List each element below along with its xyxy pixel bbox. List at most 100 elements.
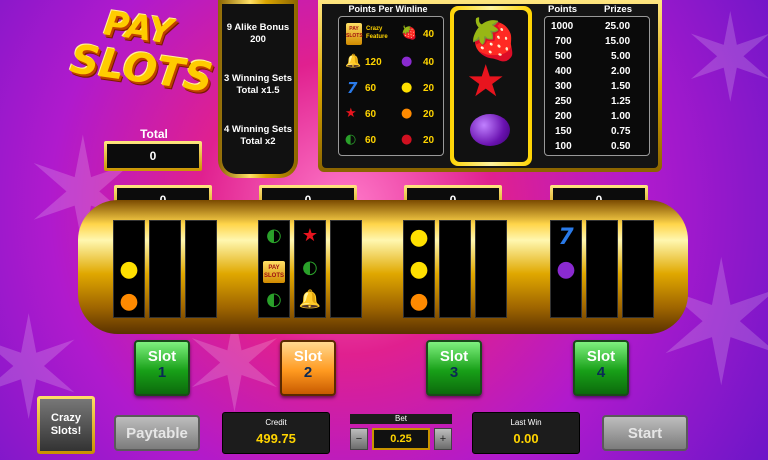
slot-1-button[interactable]: Slot 1 bbox=[134, 340, 190, 396]
lemon-icon: ● bbox=[119, 257, 139, 282]
reel-column bbox=[475, 220, 507, 318]
start-button[interactable]: Start bbox=[602, 415, 688, 451]
star-icon: ★ bbox=[466, 56, 506, 107]
bonus-rule-text: 4 Winning Sets Total x2 bbox=[224, 124, 293, 148]
crazy-slots-label: Crazy Slots! bbox=[40, 399, 92, 451]
bet-control: Bet − 0.25 + bbox=[350, 414, 452, 454]
reel-column: 7 ● bbox=[550, 220, 582, 318]
points-per-winline-table: PAY SLOTS Crazy Feature 🍓 40 🔔 120 ● 40 … bbox=[338, 16, 444, 156]
watermelon-icon: ◐ bbox=[266, 225, 282, 246]
reel-column bbox=[149, 220, 181, 318]
plum-icon: ● bbox=[556, 257, 576, 282]
star-icon: ★ bbox=[301, 225, 319, 246]
strawberry-icon: 🍓 bbox=[401, 26, 418, 41]
total-display: 0 bbox=[104, 141, 202, 171]
points-cell: 250 bbox=[555, 96, 572, 107]
points-column-header: Points bbox=[548, 4, 578, 15]
slot-4-button[interactable]: Slot 4 bbox=[573, 340, 629, 396]
points-cell: 500 bbox=[555, 51, 572, 62]
points-cell: 700 bbox=[555, 36, 572, 47]
bonus-rules-panel: 9 Alike Bonus 200 3 Winning Sets Total x… bbox=[218, 0, 298, 178]
paytable-button[interactable]: Paytable bbox=[114, 415, 200, 451]
orange-icon: ● bbox=[401, 106, 413, 121]
orange-icon: ● bbox=[119, 289, 139, 314]
points-value: 40 bbox=[423, 57, 435, 68]
prize-cell: 5.00 bbox=[611, 51, 631, 62]
points-cell: 1000 bbox=[551, 21, 574, 32]
watermelon-icon: ◐ bbox=[266, 289, 282, 310]
points-per-winline-title: Points Per Winline bbox=[348, 4, 428, 14]
watermelon-icon: ◐ bbox=[302, 257, 318, 278]
reel-column bbox=[622, 220, 654, 318]
slot-2-button[interactable]: Slot 2 bbox=[280, 340, 336, 396]
credit-label: Credit bbox=[265, 418, 287, 427]
prize-cell: 2.00 bbox=[611, 66, 631, 77]
bell-icon: 🔔 bbox=[345, 54, 362, 69]
points-value: 40 bbox=[423, 29, 435, 40]
lemon-icon: ● bbox=[409, 225, 429, 250]
points-value: 120 bbox=[365, 57, 382, 68]
bet-decrease-button[interactable]: − bbox=[350, 428, 368, 450]
bonus-rule-text: 9 Alike Bonus 200 bbox=[226, 21, 290, 45]
plus-icon: + bbox=[439, 433, 447, 445]
credit-display: Credit 499.75 bbox=[222, 412, 330, 454]
bet-value: 0.25 bbox=[372, 428, 430, 450]
prize-cell: 0.50 bbox=[611, 141, 631, 152]
reel-set-2: ◐ PAY SLOTS ◐ ★ ◐ 🔔 bbox=[258, 220, 362, 318]
reel-column bbox=[330, 220, 362, 318]
reel-column: ● ● ● bbox=[403, 220, 435, 318]
lemon-icon: ● bbox=[401, 80, 413, 95]
points-value: 60 bbox=[365, 83, 377, 94]
points-value: 20 bbox=[423, 83, 435, 94]
points-value: 20 bbox=[423, 135, 435, 146]
reel-column: ● ● bbox=[113, 220, 145, 318]
plum-icon: ● bbox=[401, 54, 413, 69]
watermelon-icon: ◐ bbox=[345, 132, 357, 147]
prize-cell: 15.00 bbox=[605, 36, 631, 47]
points-cell: 200 bbox=[555, 111, 572, 122]
seven-icon: 7 bbox=[558, 225, 574, 250]
crazy-feature-label: Crazy Feature bbox=[366, 26, 388, 40]
prize-cell: 1.25 bbox=[611, 96, 631, 107]
paytable-panel: Points Per Winline PAY SLOTS Crazy Featu… bbox=[318, 0, 662, 172]
prizes-table: 1000 25.00 700 15.00 500 5.00 400 2.00 3… bbox=[544, 16, 650, 156]
reel-set-1: ● ● bbox=[113, 220, 217, 318]
star-icon: ★ bbox=[345, 106, 357, 121]
last-win-display: Last Win 0.00 bbox=[472, 412, 580, 454]
bet-label: Bet bbox=[350, 414, 452, 424]
points-cell: 300 bbox=[555, 81, 572, 92]
reel-set-4: 7 ● bbox=[550, 220, 654, 318]
prizes-column-header: Prizes bbox=[604, 4, 632, 15]
prize-cell: 25.00 bbox=[605, 21, 631, 32]
feature-symbols-box: 🍓 ★ bbox=[450, 6, 532, 166]
reel-column bbox=[586, 220, 618, 318]
crazy-slots-button[interactable]: Crazy Slots! bbox=[37, 396, 95, 454]
last-win-label: Last Win bbox=[510, 418, 542, 427]
minus-icon: − bbox=[355, 433, 363, 445]
crazy-feature-icon: PAY SLOTS bbox=[346, 23, 363, 45]
bell-icon: 🔔 bbox=[298, 289, 322, 310]
pay-slots-icon: PAY SLOTS bbox=[263, 261, 285, 283]
points-value: 60 bbox=[365, 135, 377, 146]
reel-set-3: ● ● ● bbox=[403, 220, 507, 318]
prize-cell: 1.00 bbox=[611, 111, 631, 122]
total-value: 0 bbox=[107, 144, 199, 168]
bonus-rule-text: 3 Winning Sets Total x1.5 bbox=[224, 72, 293, 96]
credit-value: 499.75 bbox=[256, 431, 296, 446]
slot-3-button[interactable]: Slot 3 bbox=[426, 340, 482, 396]
reel-column: ★ ◐ 🔔 bbox=[294, 220, 326, 318]
prize-cell: 0.75 bbox=[611, 126, 631, 137]
last-win-value: 0.00 bbox=[513, 431, 539, 446]
points-cell: 400 bbox=[555, 66, 572, 77]
orange-icon: ● bbox=[409, 289, 429, 314]
cherry-icon: ● bbox=[401, 132, 413, 147]
lemon-icon: ● bbox=[409, 257, 429, 282]
reel-column bbox=[185, 220, 217, 318]
reel-column: ◐ PAY SLOTS ◐ bbox=[258, 220, 290, 318]
points-value: 60 bbox=[365, 109, 377, 120]
points-cell: 150 bbox=[555, 126, 572, 137]
bet-increase-button[interactable]: + bbox=[434, 428, 452, 450]
seven-icon: 7 bbox=[347, 79, 358, 97]
total-label: Total bbox=[140, 127, 168, 141]
background-star-icon: ✶ bbox=[680, 0, 768, 129]
